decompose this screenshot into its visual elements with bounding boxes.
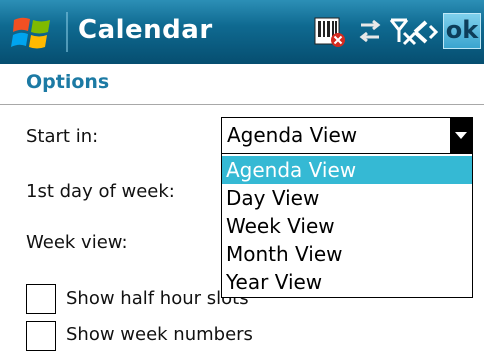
- start-in-options-list: Agenda View Day View Week View Month Vie…: [221, 153, 473, 298]
- sim-card-error-icon[interactable]: [312, 16, 346, 48]
- header-divider: [0, 104, 484, 105]
- first-day-of-week-label: 1st day of week:: [26, 181, 175, 202]
- ok-button[interactable]: ok: [443, 13, 481, 49]
- volume-icon[interactable]: [412, 16, 442, 48]
- windows-start-icon[interactable]: [10, 10, 56, 54]
- app-title: Calendar: [78, 15, 213, 45]
- option-month-view[interactable]: Month View: [222, 240, 472, 268]
- option-week-view[interactable]: Week View: [222, 212, 472, 240]
- option-day-view[interactable]: Day View: [222, 184, 472, 212]
- start-in-value: Agenda View: [227, 123, 358, 147]
- week-numbers-label[interactable]: Show week numbers: [66, 324, 253, 345]
- title-separator: [66, 12, 68, 52]
- chevron-down-icon[interactable]: [450, 118, 472, 153]
- half-hour-slots-checkbox[interactable]: [26, 284, 56, 314]
- sync-arrows-icon[interactable]: [355, 16, 385, 46]
- title-bar: Calendar ok: [0, 0, 484, 64]
- option-agenda-view[interactable]: Agenda View: [222, 156, 472, 184]
- options-header: Options: [26, 71, 110, 93]
- option-year-view[interactable]: Year View: [222, 268, 472, 296]
- start-in-dropdown[interactable]: Agenda View: [221, 117, 473, 154]
- week-view-label: Week view:: [26, 232, 128, 253]
- start-in-label: Start in:: [26, 126, 99, 147]
- week-numbers-checkbox[interactable]: [26, 321, 56, 351]
